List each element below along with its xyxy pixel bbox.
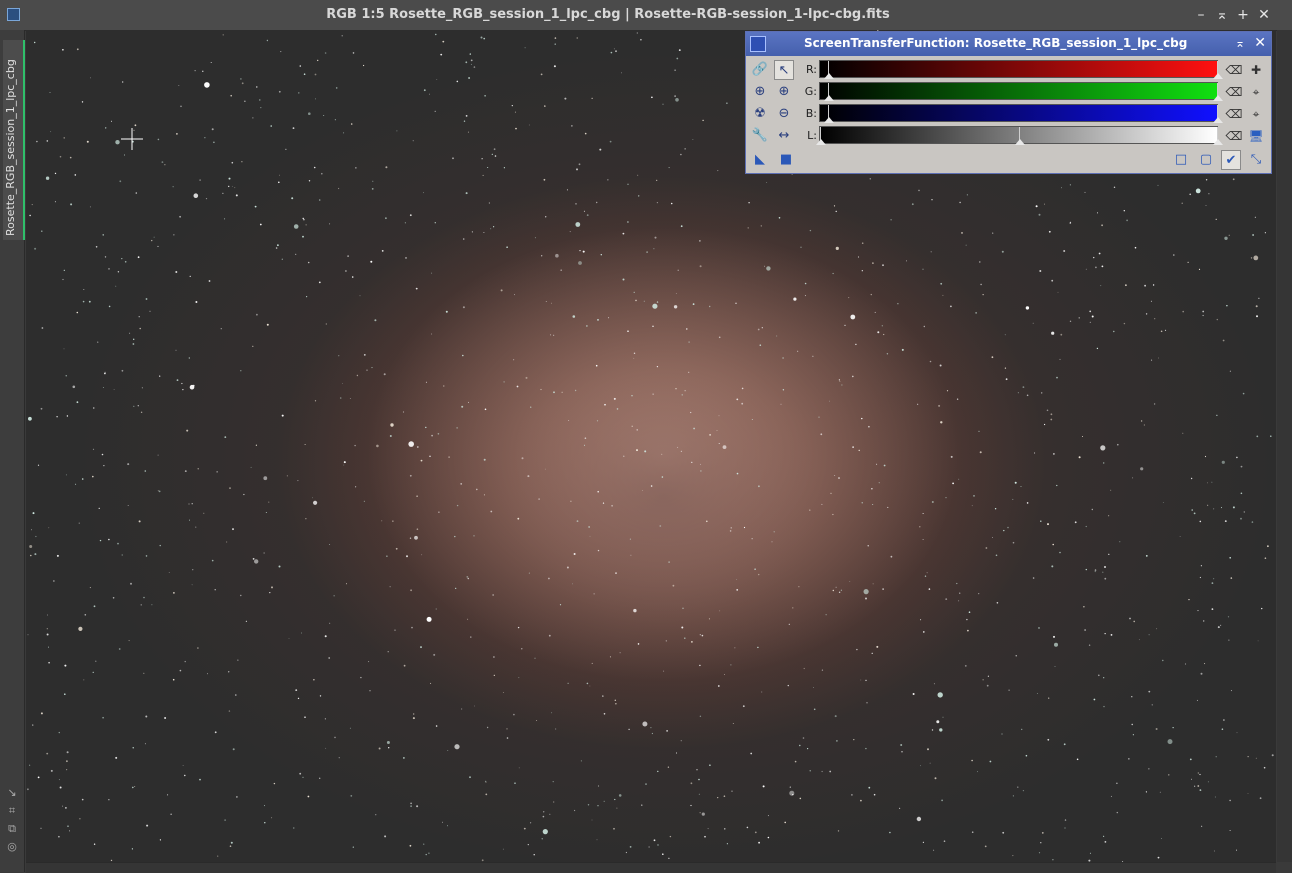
zoom-out-icon[interactable]: ⊖ <box>774 104 794 124</box>
wrench-icon[interactable]: 🔧 <box>750 126 770 146</box>
reset-blue-icon[interactable]: ⌫ <box>1224 104 1244 124</box>
window-title: RGB 1:5 Rosette_RGB_session_1_lpc_cbg | … <box>326 7 890 22</box>
apply-check-icon[interactable]: ✔ <box>1221 150 1241 170</box>
zoom-fit-icon[interactable]: ⊕ <box>750 82 770 102</box>
view-tab[interactable]: Rosette_RGB_session_1_lpc_cbg <box>3 40 25 240</box>
side-tool-icons: ↘ ⌗ ⧉ ◎ <box>4 786 20 858</box>
apply-global-square-icon[interactable]: ■ <box>776 150 796 170</box>
display-icon[interactable]: 🖥 <box>1246 126 1266 146</box>
grid-icon[interactable]: ⌗ <box>4 804 20 822</box>
shade-button[interactable]: ⌅ <box>1214 6 1230 24</box>
shadows-marker[interactable] <box>816 127 826 145</box>
target-icon[interactable]: ◎ <box>4 840 20 858</box>
stf-row-blue: ☢ ⊖ B: ⌫ ⌖ <box>746 104 1273 126</box>
browse-docs-icon[interactable]: □ <box>1171 150 1191 170</box>
channel-label: G: <box>804 85 817 98</box>
center-icon[interactable]: ⌖ <box>1246 104 1266 124</box>
channel-label: R: <box>805 63 817 76</box>
stf-shade-button[interactable]: ⌅ <box>1235 36 1245 50</box>
document-icon[interactable]: ▢ <box>1196 150 1216 170</box>
stf-title: ScreenTransferFunction: Rosette_RGB_sess… <box>804 36 1188 50</box>
midtones-marker[interactable] <box>1015 127 1025 145</box>
shadows-marker[interactable] <box>824 83 834 101</box>
stf-row-red: 🔗 ↖ R: ⌫ ✚ <box>746 60 1273 82</box>
stf-slider-luminance[interactable] <box>816 126 1223 145</box>
track-view-icon[interactable]: ⌖ <box>1246 82 1266 102</box>
vertical-scrollbar[interactable] <box>1277 30 1292 862</box>
stf-close-button[interactable]: ✕ <box>1254 35 1266 51</box>
pointer-icon[interactable]: ↖ <box>774 60 794 80</box>
shadows-marker[interactable] <box>824 105 834 123</box>
highlights-marker[interactable] <box>1213 83 1223 101</box>
close-button[interactable]: ✕ <box>1256 6 1272 24</box>
maximize-button[interactable]: + <box>1235 6 1251 24</box>
minimize-button[interactable]: – <box>1193 6 1209 24</box>
channel-label: B: <box>805 107 817 120</box>
stf-bottom-bar: ◣ ■ □ ▢ ✔ ⤡ <box>746 150 1273 174</box>
stf-slider-green[interactable] <box>819 82 1223 101</box>
fit-view-icon[interactable]: ↘ <box>4 786 20 804</box>
collapse-icon[interactable]: ⤡ <box>1246 150 1266 170</box>
horizontal-zoom-icon[interactable]: ↔ <box>774 126 794 146</box>
highlights-marker[interactable] <box>1213 127 1223 145</box>
reset-green-icon[interactable]: ⌫ <box>1224 82 1244 102</box>
horizontal-scrollbar[interactable] <box>26 862 1276 873</box>
view-tab-label: Rosette_RGB_session_1_lpc_cbg <box>4 59 17 236</box>
highlights-marker[interactable] <box>1213 105 1223 123</box>
stf-slider-red[interactable] <box>819 60 1223 79</box>
highlights-marker[interactable] <box>1213 61 1223 79</box>
stf-title-bar[interactable]: ScreenTransferFunction: Rosette_RGB_sess… <box>746 32 1271 56</box>
stf-slider-blue[interactable] <box>819 104 1223 123</box>
view-side-panel: Rosette_RGB_session_1_lpc_cbg ↘ ⌗ ⧉ ◎ <box>0 30 25 872</box>
shadows-marker[interactable] <box>824 61 834 79</box>
reset-red-icon[interactable]: ⌫ <box>1224 60 1244 80</box>
stf-row-green: ⊕ ⊕ G: ⌫ ⌖ <box>746 82 1273 104</box>
stf-row-luminance: 🔧 ↔ L: ⌫ 🖥 <box>746 126 1273 148</box>
reset-luminance-icon[interactable]: ⌫ <box>1224 126 1244 146</box>
auto-stretch-icon[interactable]: ✚ <box>1246 60 1266 80</box>
stf-logo-icon <box>750 36 766 52</box>
zoom-in-icon[interactable]: ⊕ <box>774 82 794 102</box>
new-instance-triangle-icon[interactable]: ◣ <box>750 150 770 170</box>
window-title-bar: RGB 1:5 Rosette_RGB_session_1_lpc_cbg | … <box>0 0 1292 31</box>
nuclear-icon[interactable]: ☢ <box>750 104 770 124</box>
link-channels-icon[interactable]: 🔗 <box>750 60 770 80</box>
screen-transfer-function-window: ScreenTransferFunction: Rosette_RGB_sess… <box>745 31 1272 174</box>
channel-label: L: <box>807 129 817 142</box>
clone-view-icon[interactable]: ⧉ <box>4 822 20 840</box>
